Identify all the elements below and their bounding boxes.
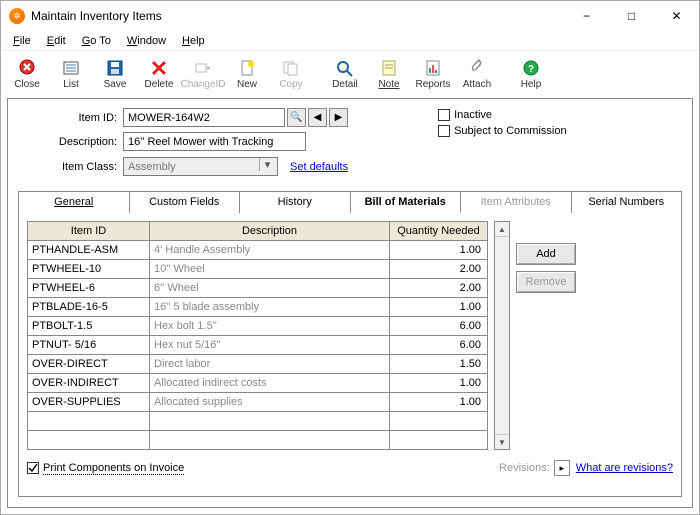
tab-body: Item ID Description Quantity Needed PTHA… bbox=[18, 212, 682, 497]
tab-general[interactable]: General bbox=[18, 191, 130, 213]
reports-icon bbox=[422, 57, 444, 79]
tb-note[interactable]: Note bbox=[367, 53, 411, 95]
table-row-empty[interactable] bbox=[28, 431, 488, 450]
tab-item-attributes[interactable]: Item Attributes bbox=[461, 191, 572, 213]
list-icon bbox=[60, 57, 82, 79]
commission-label: Subject to Commission bbox=[454, 125, 567, 137]
app-icon: ✲ bbox=[9, 8, 25, 24]
save-icon bbox=[104, 57, 126, 79]
table-row-empty[interactable] bbox=[28, 412, 488, 431]
print-components-label: Print Components on Invoice bbox=[43, 462, 184, 475]
table-row[interactable]: OVER-SUPPLIESAllocated supplies1.00 bbox=[28, 393, 488, 412]
revisions-label: Revisions: bbox=[499, 462, 550, 474]
bom-grid[interactable]: Item ID Description Quantity Needed PTHA… bbox=[27, 221, 488, 450]
label-description: Description: bbox=[18, 136, 123, 148]
menu-goto[interactable]: Go To bbox=[76, 34, 117, 48]
tb-close[interactable]: Close bbox=[5, 53, 49, 95]
menu-edit[interactable]: Edit bbox=[41, 34, 72, 48]
table-row[interactable]: PTNUT- 5/16Hex nut 5/16''6.00 bbox=[28, 336, 488, 355]
col-description[interactable]: Description bbox=[150, 222, 390, 241]
description-input[interactable] bbox=[123, 132, 306, 151]
close-window-button[interactable]: ✕ bbox=[654, 1, 699, 31]
lookup-button[interactable]: 🔍 bbox=[287, 108, 306, 127]
col-item-id[interactable]: Item ID bbox=[28, 222, 150, 241]
inactive-label: Inactive bbox=[454, 109, 492, 121]
print-components-checkbox[interactable] bbox=[27, 462, 39, 474]
next-record-button[interactable]: ▶ bbox=[329, 108, 348, 127]
remove-button[interactable]: Remove bbox=[516, 271, 576, 293]
changeid-icon bbox=[192, 57, 214, 79]
tab-bill-of-materials[interactable]: Bill of Materials bbox=[351, 191, 462, 213]
tab-serial-numbers[interactable]: Serial Numbers bbox=[572, 191, 683, 213]
col-qty[interactable]: Quantity Needed bbox=[390, 222, 488, 241]
commission-checkbox[interactable] bbox=[438, 125, 450, 137]
attach-icon bbox=[466, 57, 488, 79]
detail-icon bbox=[334, 57, 356, 79]
tb-delete[interactable]: Delete bbox=[137, 53, 181, 95]
inactive-checkbox[interactable] bbox=[438, 109, 450, 121]
tb-save[interactable]: Save bbox=[93, 53, 137, 95]
maintain-inventory-window: ✲ Maintain Inventory Items − □ ✕ File Ed… bbox=[0, 0, 700, 515]
table-row[interactable]: OVER-INDIRECTAllocated indirect costs1.0… bbox=[28, 374, 488, 393]
tb-changeid[interactable]: ChangeID bbox=[181, 53, 225, 95]
help-icon: ? bbox=[520, 57, 542, 79]
scroll-down-icon[interactable]: ▼ bbox=[495, 434, 509, 449]
content-panel: Item ID: 🔍 ◀ ▶ Description: Item Class: … bbox=[7, 98, 693, 508]
table-row[interactable]: PTBOLT-1.5Hex bolt 1.5''6.00 bbox=[28, 317, 488, 336]
note-icon bbox=[378, 57, 400, 79]
delete-icon bbox=[148, 57, 170, 79]
tb-list[interactable]: List bbox=[49, 53, 93, 95]
table-row[interactable]: PTWHEEL-66'' Wheel2.00 bbox=[28, 279, 488, 298]
table-row[interactable]: PTWHEEL-1010'' Wheel2.00 bbox=[28, 260, 488, 279]
tab-history[interactable]: History bbox=[240, 191, 351, 213]
tb-reports[interactable]: Reports bbox=[411, 53, 455, 95]
table-row[interactable]: OVER-DIRECTDirect labor1.50 bbox=[28, 355, 488, 374]
menu-help[interactable]: Help bbox=[176, 34, 211, 48]
add-button[interactable]: Add bbox=[516, 243, 576, 265]
item-id-input[interactable] bbox=[123, 108, 285, 127]
table-row[interactable]: PTHANDLE-ASM4' Handle Assembly1.00 bbox=[28, 241, 488, 260]
window-title: Maintain Inventory Items bbox=[31, 9, 564, 23]
grid-scrollbar[interactable]: ▲ ▼ bbox=[494, 221, 510, 450]
close-icon bbox=[16, 57, 38, 79]
set-defaults-link[interactable]: Set defaults bbox=[290, 161, 348, 173]
revisions-lookup[interactable]: ▸ bbox=[554, 460, 570, 476]
maximize-button[interactable]: □ bbox=[609, 1, 654, 31]
item-class-select[interactable]: Assembly bbox=[123, 157, 278, 176]
title-bar: ✲ Maintain Inventory Items − □ ✕ bbox=[1, 1, 699, 31]
tab-strip: General Custom Fields History Bill of Ma… bbox=[18, 190, 682, 212]
tb-help[interactable]: ?Help bbox=[509, 53, 553, 95]
minimize-button[interactable]: − bbox=[564, 1, 609, 31]
menu-file[interactable]: File bbox=[7, 34, 37, 48]
scroll-up-icon[interactable]: ▲ bbox=[495, 222, 509, 237]
tb-attach[interactable]: Attach bbox=[455, 53, 499, 95]
prev-record-button[interactable]: ◀ bbox=[308, 108, 327, 127]
copy-icon bbox=[280, 57, 302, 79]
tab-custom-fields[interactable]: Custom Fields bbox=[130, 191, 241, 213]
new-icon bbox=[236, 57, 258, 79]
menu-bar: File Edit Go To Window Help bbox=[1, 31, 699, 50]
toolbar: Close List Save Delete ChangeID New Copy… bbox=[1, 50, 699, 96]
tb-copy[interactable]: Copy bbox=[269, 53, 313, 95]
what-are-revisions-link[interactable]: What are revisions? bbox=[576, 462, 673, 474]
table-row[interactable]: PTBLADE-16-516'' 5 blade assembly1.00 bbox=[28, 298, 488, 317]
menu-window[interactable]: Window bbox=[121, 34, 172, 48]
tb-new[interactable]: New bbox=[225, 53, 269, 95]
svg-text:?: ? bbox=[528, 64, 534, 75]
label-item-id: Item ID: bbox=[18, 112, 123, 124]
tb-detail[interactable]: Detail bbox=[323, 53, 367, 95]
label-item-class: Item Class: bbox=[18, 161, 123, 173]
